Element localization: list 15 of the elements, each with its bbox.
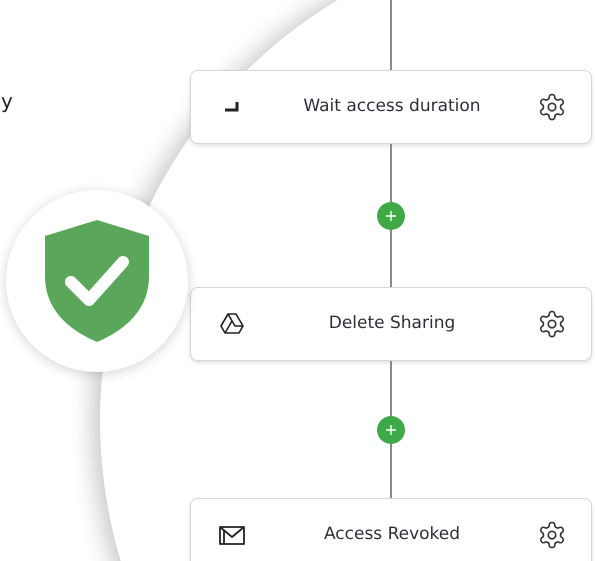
step-card[interactable]: Delete Sharing [190, 287, 592, 361]
step-card[interactable]: Access Revoked [190, 498, 592, 561]
corner-icon [225, 102, 239, 112]
settings-icon[interactable] [537, 309, 567, 339]
step-label: Delete Sharing [328, 312, 456, 336]
envelope-icon [219, 525, 245, 545]
step-label: Wait access duration [302, 95, 482, 118]
plus-icon [385, 210, 397, 222]
triangle-icon [220, 313, 244, 335]
plus-icon [385, 424, 397, 436]
cut-text: y [1, 88, 13, 115]
step-card[interactable]: Wait access duration [190, 70, 592, 144]
settings-icon[interactable] [537, 520, 567, 550]
step-label: Access Revoked [322, 523, 462, 546]
settings-icon[interactable] [537, 92, 567, 122]
